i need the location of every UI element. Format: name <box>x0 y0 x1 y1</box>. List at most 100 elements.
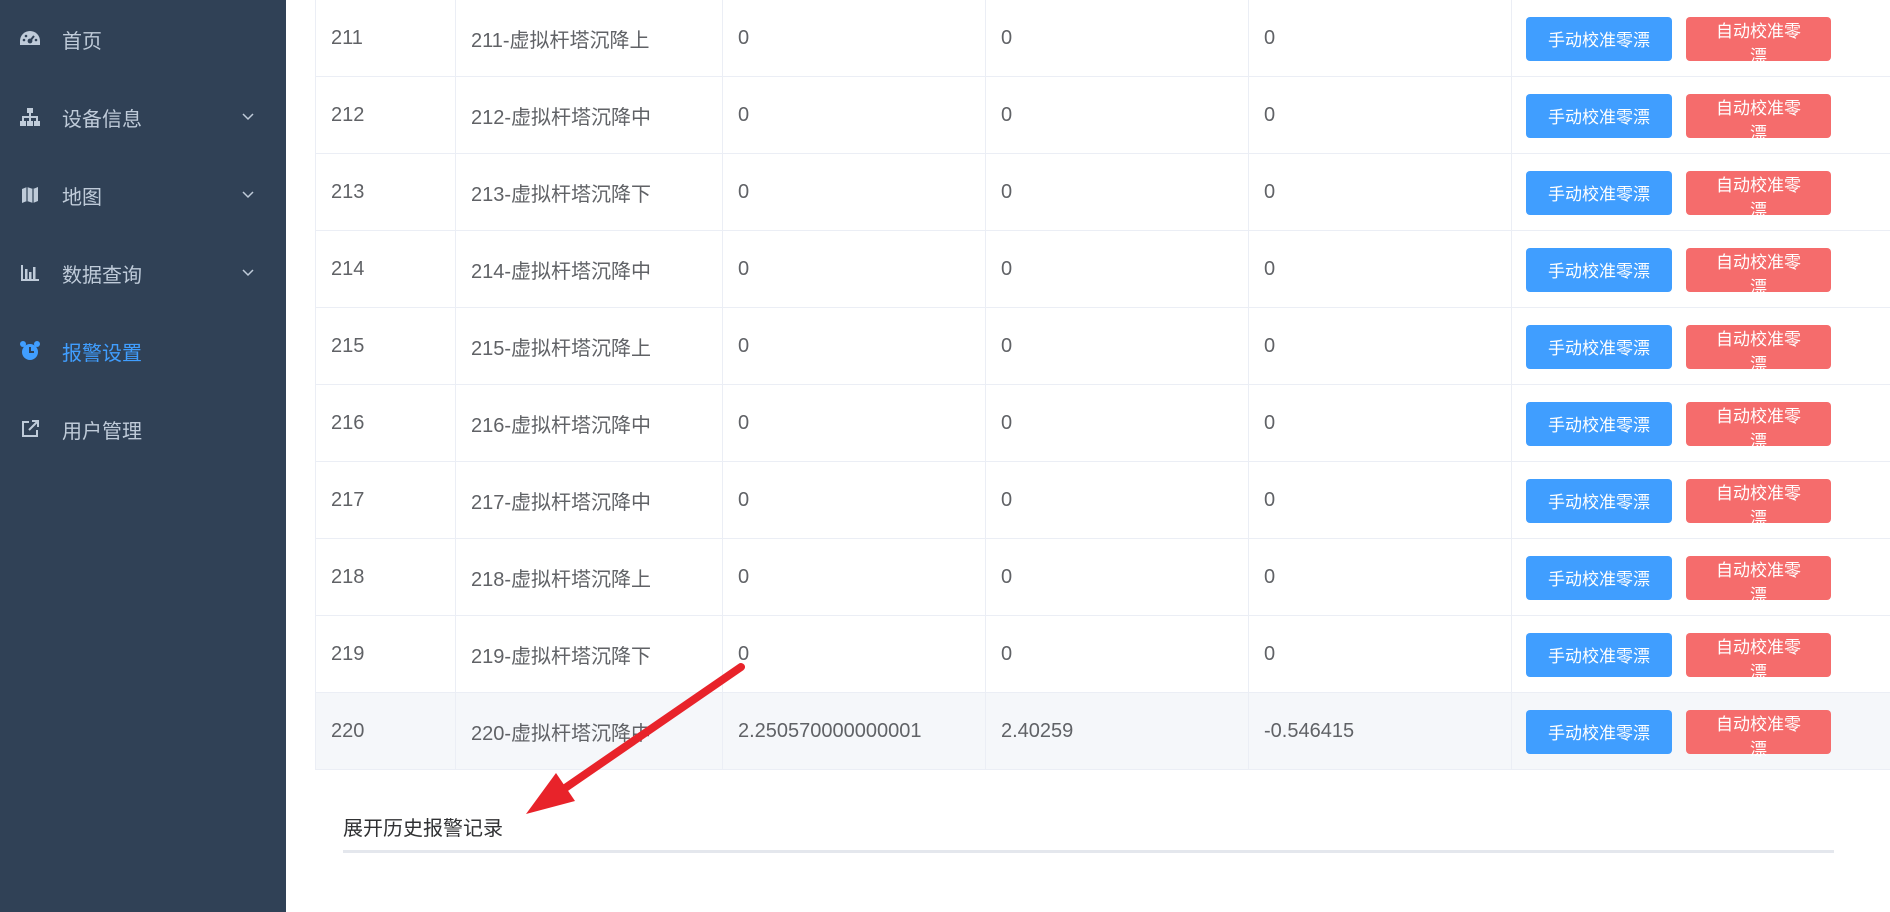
auto-calibrate-button[interactable]: 自动校准零漂 <box>1686 324 1831 374</box>
cell-value-1: 0 <box>723 385 986 462</box>
app-window: 首页 设备信息 地图 数据查询 报警设置 用户管理 211 211-虚拟杆塔沉降… <box>0 0 1890 912</box>
table-row: 217 217-虚拟杆塔沉降中 0 0 0 手动校准零漂 自动校准零漂 <box>315 462 1890 539</box>
cell-value-2: 0 <box>986 462 1249 539</box>
sidebar-item-label: 地图 <box>62 186 102 209</box>
cell-name: 217-虚拟杆塔沉降中 <box>456 462 723 539</box>
sidebar: 首页 设备信息 地图 数据查询 报警设置 用户管理 <box>0 0 286 912</box>
manual-calibrate-button[interactable]: 手动校准零漂 <box>1526 401 1672 446</box>
cell-name: 216-虚拟杆塔沉降中 <box>456 385 723 462</box>
cell-value-3: 0 <box>1249 462 1512 539</box>
cell-value-2: 0 <box>986 616 1249 693</box>
manual-calibrate-button[interactable]: 手动校准零漂 <box>1526 324 1672 369</box>
cell-value-3: 0 <box>1249 0 1512 77</box>
cell-name: 220-虚拟杆塔沉降中 <box>456 693 723 770</box>
cell-name: 212-虚拟杆塔沉降中 <box>456 77 723 154</box>
cell-value-3: 0 <box>1249 616 1512 693</box>
chevron-down-icon <box>242 113 254 121</box>
manual-calibrate-button[interactable]: 手动校准零漂 <box>1526 555 1672 600</box>
cell-id: 213 <box>315 154 456 231</box>
cell-actions: 手动校准零漂 自动校准零漂 <box>1512 77 1890 154</box>
auto-calibrate-button[interactable]: 自动校准零漂 <box>1686 632 1831 682</box>
auto-calibrate-button[interactable]: 自动校准零漂 <box>1686 401 1831 451</box>
manual-calibrate-button[interactable]: 手动校准零漂 <box>1526 709 1672 754</box>
cell-id: 220 <box>315 693 456 770</box>
manual-calibrate-button[interactable]: 手动校准零漂 <box>1526 478 1672 523</box>
table-row: 214 214-虚拟杆塔沉降中 0 0 0 手动校准零漂 自动校准零漂 <box>315 231 1890 308</box>
cell-name: 218-虚拟杆塔沉降上 <box>456 539 723 616</box>
cell-id: 214 <box>315 231 456 308</box>
sidebar-item-alarm-settings[interactable]: 报警设置 <box>0 312 286 390</box>
cell-name: 214-虚拟杆塔沉降中 <box>456 231 723 308</box>
sidebar-item-label: 设备信息 <box>62 108 142 131</box>
table-row: 220 220-虚拟杆塔沉降中 2.250570000000001 2.4025… <box>315 693 1890 770</box>
manual-calibrate-button[interactable]: 手动校准零漂 <box>1526 16 1672 61</box>
sidebar-item-data-query[interactable]: 数据查询 <box>0 234 286 312</box>
cell-value-2: 0 <box>986 77 1249 154</box>
cell-id: 217 <box>315 462 456 539</box>
chevron-down-icon <box>242 191 254 199</box>
sidebar-item-label: 用户管理 <box>62 420 142 443</box>
cell-actions: 手动校准零漂 自动校准零漂 <box>1512 462 1890 539</box>
cell-value-1: 0 <box>723 231 986 308</box>
auto-calibrate-button[interactable]: 自动校准零漂 <box>1686 93 1831 143</box>
cell-value-3: 0 <box>1249 231 1512 308</box>
cell-value-2: 0 <box>986 231 1249 308</box>
expand-history-toggle[interactable]: 展开历史报警记录 <box>343 812 503 841</box>
cell-name: 219-虚拟杆塔沉降下 <box>456 616 723 693</box>
cell-value-1: 0 <box>723 154 986 231</box>
cell-value-3: -0.546415 <box>1249 693 1512 770</box>
cell-value-2: 0 <box>986 539 1249 616</box>
cell-actions: 手动校准零漂 自动校准零漂 <box>1512 385 1890 462</box>
auto-calibrate-button[interactable]: 自动校准零漂 <box>1686 247 1831 297</box>
cell-value-2: 2.40259 <box>986 693 1249 770</box>
cell-value-3: 0 <box>1249 539 1512 616</box>
table-row: 213 213-虚拟杆塔沉降下 0 0 0 手动校准零漂 自动校准零漂 <box>315 154 1890 231</box>
cell-id: 216 <box>315 385 456 462</box>
sidebar-item-label: 首页 <box>62 30 102 53</box>
cell-value-2: 0 <box>986 385 1249 462</box>
cell-id: 218 <box>315 539 456 616</box>
cell-value-3: 0 <box>1249 154 1512 231</box>
cell-actions: 手动校准零漂 自动校准零漂 <box>1512 154 1890 231</box>
manual-calibrate-button[interactable]: 手动校准零漂 <box>1526 632 1672 677</box>
alarm-table: 211 211-虚拟杆塔沉降上 0 0 0 手动校准零漂 自动校准零漂 212 … <box>315 0 1890 770</box>
cell-value-3: 0 <box>1249 385 1512 462</box>
auto-calibrate-button[interactable]: 自动校准零漂 <box>1686 478 1831 528</box>
cell-value-2: 0 <box>986 308 1249 385</box>
sidebar-item-user-management[interactable]: 用户管理 <box>0 390 286 468</box>
auto-calibrate-button[interactable]: 自动校准零漂 <box>1686 709 1831 759</box>
manual-calibrate-button[interactable]: 手动校准零漂 <box>1526 247 1672 292</box>
table-row: 212 212-虚拟杆塔沉降中 0 0 0 手动校准零漂 自动校准零漂 <box>315 77 1890 154</box>
external-link-icon <box>19 418 41 440</box>
cell-value-2: 0 <box>986 154 1249 231</box>
sidebar-item-label: 数据查询 <box>62 264 142 287</box>
cell-name: 211-虚拟杆塔沉降上 <box>456 0 723 77</box>
map-icon <box>19 184 41 206</box>
dashboard-icon <box>19 28 41 50</box>
bar-chart-icon <box>19 262 41 284</box>
auto-calibrate-button[interactable]: 自动校准零漂 <box>1686 555 1831 605</box>
cell-id: 212 <box>315 77 456 154</box>
divider <box>343 850 1834 853</box>
cell-value-1: 0 <box>723 308 986 385</box>
manual-calibrate-button[interactable]: 手动校准零漂 <box>1526 93 1672 138</box>
cell-value-2: 0 <box>986 0 1249 77</box>
cell-value-3: 0 <box>1249 77 1512 154</box>
cell-name: 215-虚拟杆塔沉降上 <box>456 308 723 385</box>
manual-calibrate-button[interactable]: 手动校准零漂 <box>1526 170 1672 215</box>
sidebar-item-device-info[interactable]: 设备信息 <box>0 78 286 156</box>
table-row: 211 211-虚拟杆塔沉降上 0 0 0 手动校准零漂 自动校准零漂 <box>315 0 1890 77</box>
sidebar-item-home[interactable]: 首页 <box>0 0 286 78</box>
main-content: 211 211-虚拟杆塔沉降上 0 0 0 手动校准零漂 自动校准零漂 212 … <box>286 0 1890 912</box>
cell-value-1: 2.250570000000001 <box>723 693 986 770</box>
auto-calibrate-button[interactable]: 自动校准零漂 <box>1686 16 1831 66</box>
cell-value-1: 0 <box>723 0 986 77</box>
cell-value-1: 0 <box>723 77 986 154</box>
alarm-clock-icon <box>19 340 41 362</box>
auto-calibrate-button[interactable]: 自动校准零漂 <box>1686 170 1831 220</box>
chevron-down-icon <box>242 269 254 277</box>
sidebar-item-map[interactable]: 地图 <box>0 156 286 234</box>
cell-value-1: 0 <box>723 539 986 616</box>
cell-value-1: 0 <box>723 462 986 539</box>
cell-value-1: 0 <box>723 616 986 693</box>
